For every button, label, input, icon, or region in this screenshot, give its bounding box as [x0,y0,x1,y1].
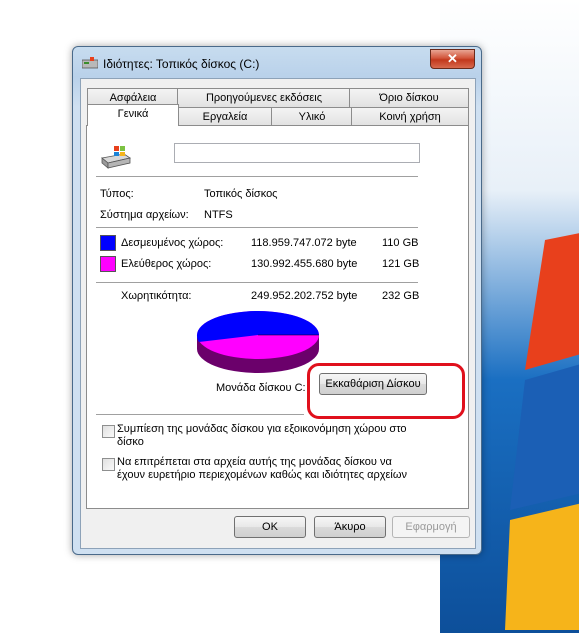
compress-label: Συμπίεση της μονάδας δίσκου για εξοικονό… [117,423,407,448]
tab-general[interactable]: Γενικά [87,104,179,126]
drive-large-icon [101,146,131,169]
free-space-swatch [100,256,116,272]
used-space-label: Δεσμευμένος χώρος: [121,237,224,249]
annotation-highlight [307,363,465,419]
index-checkbox[interactable] [102,458,115,471]
capacity-bytes: 249.952.202.752 byte [251,290,358,302]
separator [96,227,418,228]
drive-icon [82,57,98,69]
type-value: Τοπικός δίσκος [204,188,278,200]
close-button[interactable]: ✕ [430,49,475,69]
used-space-bytes: 118.959.747.072 byte [251,237,357,249]
window-title: Ιδιότητες: Τοπικός δίσκος (C:) [103,57,260,71]
separator [96,414,304,415]
ok-button[interactable]: OK [234,516,306,538]
separator [96,282,418,283]
drive-name-input[interactable] [174,143,420,163]
used-space-swatch [100,235,116,251]
title-bar[interactable]: Ιδιότητες: Τοπικός δίσκος (C:) ✕ [73,47,481,77]
free-space-gb: 121 GB [382,258,420,270]
disk-usage-pie [196,311,319,373]
free-space-bytes: 130.992.455.680 byte [251,258,358,270]
index-label: Να επιτρέπεται στα αρχεία αυτής της μονά… [117,456,407,481]
tab-sharing[interactable]: Κοινή χρήση [351,107,469,126]
drive-letter-label: Μονάδα δίσκου C: [216,382,306,394]
capacity-gb: 232 GB [382,290,420,302]
apply-button[interactable]: Εφαρμογή [392,516,470,538]
tab-quota[interactable]: Όριο δίσκου [349,88,469,107]
tab-previous-versions[interactable]: Προηγούμενες εκδόσεις [177,88,351,107]
cancel-button[interactable]: Άκυρο [314,516,386,538]
tab-tools[interactable]: Εργαλεία [177,107,273,126]
compress-checkbox[interactable] [102,425,115,438]
capacity-label: Χωρητικότητα: [121,290,192,302]
free-space-label: Ελεύθερος χώρος: [121,258,212,270]
filesystem-value: NTFS [204,209,233,221]
separator [96,176,418,177]
windows-flag-icon [505,233,579,630]
used-space-gb: 110 GB [382,237,419,249]
tab-hardware[interactable]: Υλικό [271,107,353,126]
type-label: Τύπος: [100,188,134,200]
filesystem-label: Σύστημα αρχείων: [100,209,189,221]
